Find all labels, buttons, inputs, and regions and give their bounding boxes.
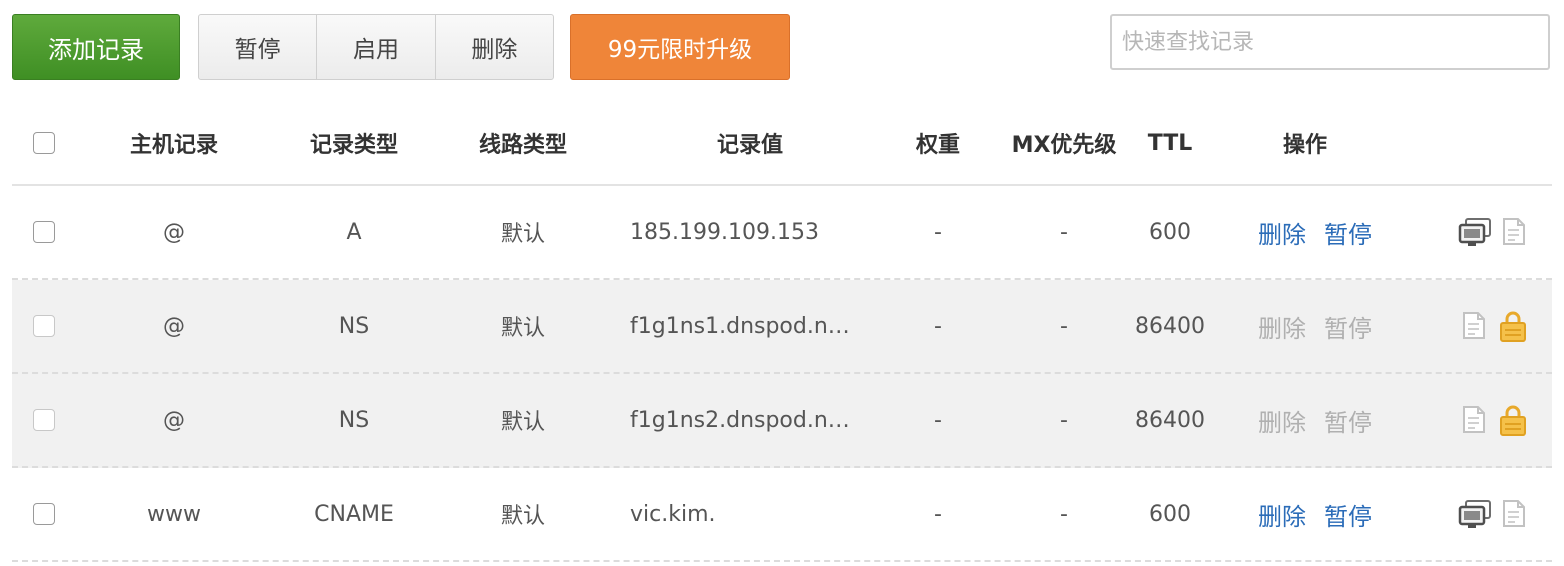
cell-ttl: 86400 [1135,313,1205,339]
row-delete-link[interactable]: 删除 [1258,309,1306,344]
cell-weight: - [934,313,942,339]
header-weight: 权重 [915,133,960,158]
cell-host: @ [163,407,185,433]
header-mx: MX优先级 [1011,133,1117,158]
cell-mx: - [1060,313,1068,339]
cell-mx: - [1060,501,1068,527]
cell-line: 默认 [500,504,545,529]
cell-type: NS [338,407,370,433]
cell-value[interactable]: 185.199.109.153 [630,186,870,278]
row-delete-link[interactable]: 删除 [1258,497,1306,532]
header-value: 记录值 [716,133,783,158]
cell-value[interactable]: f1g1ns1.dnspod.n… [630,280,870,372]
row-select-cell [32,280,56,372]
cell-ttl: 86400 [1135,407,1205,433]
table-row: www CNAME 默认 vic.kim. - - 600 删除 暂停 [12,468,1552,562]
table-header: 主机记录 记录类型 线路类型 记录值 权重 MX优先级 TTL 操作 [12,102,1552,186]
row-checkbox[interactable] [33,221,55,243]
cell-mx: - [1060,219,1068,245]
header-type: 记录类型 [309,133,398,158]
row-pause-link[interactable]: 暂停 [1324,215,1372,250]
note-icon[interactable] [1498,499,1528,529]
select-all-checkbox[interactable] [33,132,55,154]
records-table: 主机记录 记录类型 线路类型 记录值 权重 MX优先级 TTL 操作 @ A 默… [12,102,1552,562]
cell-type: A [346,219,362,245]
cell-value[interactable]: vic.kim. [630,468,870,560]
cell-ops: 删除 暂停 [1258,374,1388,466]
record-action-group: 暂停 启用 删除 [198,14,554,80]
cell-host: www [147,501,201,527]
cell-weight: - [934,407,942,433]
cell-icons [1458,468,1528,560]
note-icon[interactable] [1458,311,1488,341]
row-pause-link[interactable]: 暂停 [1324,497,1372,532]
cell-ops: 删除 暂停 [1258,468,1388,560]
table-row: @ NS 默认 f1g1ns1.dnspod.n… - - 86400 删除 暂… [12,280,1552,374]
row-select-cell [32,468,56,560]
cell-weight: - [934,219,942,245]
row-select-cell [32,374,56,466]
pause-button[interactable]: 暂停 [199,15,318,79]
cell-ops: 删除 暂停 [1258,186,1388,278]
header-ttl: TTL [1147,130,1193,156]
delete-button[interactable]: 删除 [436,15,553,79]
row-delete-link[interactable]: 删除 [1258,403,1306,438]
row-checkbox[interactable] [33,409,55,431]
cell-host: @ [163,313,185,339]
cell-type: CNAME [314,501,394,527]
cell-line: 默认 [500,316,545,341]
cell-icons [1458,374,1528,466]
add-record-button[interactable]: 添加记录 [12,14,180,80]
row-select-cell [32,186,56,278]
cell-ttl: 600 [1149,501,1191,527]
lock-icon[interactable] [1498,405,1528,436]
row-checkbox[interactable] [33,503,55,525]
cell-mx: - [1060,407,1068,433]
cell-ttl: 600 [1149,219,1191,245]
row-delete-link[interactable]: 删除 [1258,215,1306,250]
cell-value[interactable]: f1g1ns2.dnspod.n… [630,374,870,466]
row-checkbox[interactable] [33,315,55,337]
row-pause-link[interactable]: 暂停 [1324,403,1372,438]
table-row: @ NS 默认 f1g1ns2.dnspod.n… - - 86400 删除 暂… [12,374,1552,468]
cell-type: NS [338,313,370,339]
table-row: @ A 默认 185.199.109.153 - - 600 删除 暂停 [12,186,1552,280]
row-pause-link[interactable]: 暂停 [1324,309,1372,344]
cell-host: @ [163,219,185,245]
enable-button[interactable]: 启用 [317,15,436,79]
header-host: 主机记录 [129,133,218,158]
monitor-icon[interactable] [1458,217,1491,247]
monitor-icon[interactable] [1458,499,1491,529]
search-input[interactable] [1110,14,1550,70]
header-line: 线路类型 [478,133,567,158]
header-ops: 操作 [1282,133,1327,158]
lock-icon[interactable] [1498,311,1528,342]
upgrade-button[interactable]: 99元限时升级 [570,14,790,80]
cell-icons [1458,186,1528,278]
cell-line: 默认 [500,222,545,247]
note-icon[interactable] [1458,405,1488,435]
select-all-cell [32,102,56,184]
note-icon[interactable] [1498,217,1528,247]
cell-weight: - [934,501,942,527]
cell-line: 默认 [500,410,545,435]
cell-icons [1458,280,1528,372]
cell-ops: 删除 暂停 [1258,280,1388,372]
toolbar: 添加记录 暂停 启用 删除 99元限时升级 [12,14,1552,80]
